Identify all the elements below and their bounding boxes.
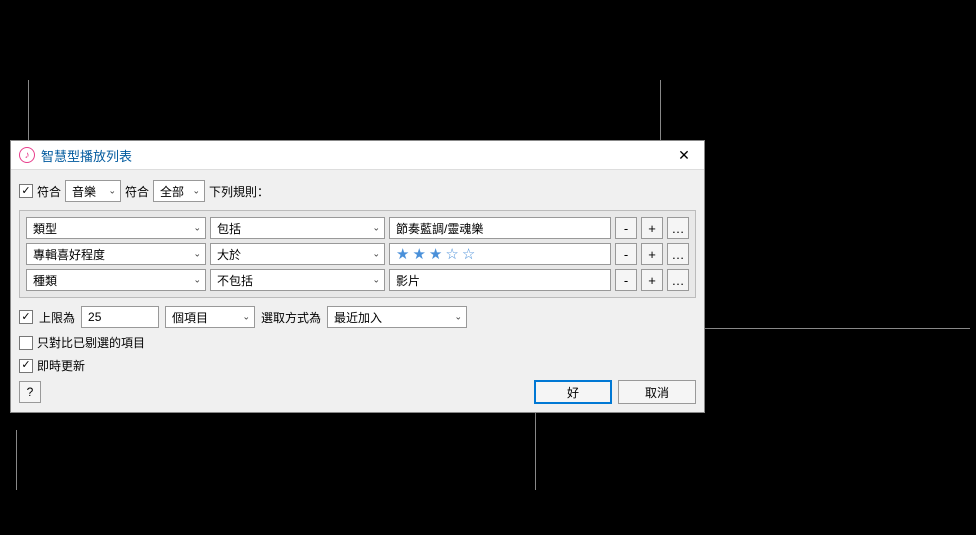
add-rule-button[interactable]: + [641, 269, 663, 291]
chevron-down-icon: ⌄ [192, 186, 200, 197]
limit-unit-value: 個項目 [172, 309, 208, 326]
live-update-row: 即時更新 [19, 357, 696, 374]
chevron-down-icon: ⌄ [193, 275, 201, 286]
smart-playlist-dialog: ♪ 智慧型播放列表 ✕ 符合 音樂 ⌄ 符合 全部 ⌄ 下列規則： [10, 140, 705, 413]
rules-panel: 類型 ⌄ 包括 ⌄ - + … 專輯喜好程度 ⌄ 大於 [19, 210, 696, 298]
titlebar: ♪ 智慧型播放列表 ✕ [11, 141, 704, 170]
selected-by-value: 最近加入 [334, 309, 382, 326]
limit-row: 上限為 個項目 ⌄ 選取方式為 最近加入 ⌄ [19, 306, 696, 328]
remove-rule-button[interactable]: - [615, 217, 637, 239]
rule-value-input[interactable] [389, 217, 611, 239]
cancel-button[interactable]: 取消 [618, 380, 696, 404]
match-source-select[interactable]: 音樂 ⌄ [65, 180, 121, 202]
dialog-content: 符合 音樂 ⌄ 符合 全部 ⌄ 下列規則： 類型 ⌄ 包括 ⌄ [11, 170, 704, 412]
window-title: 智慧型播放列表 [41, 146, 132, 165]
limit-checkbox[interactable] [19, 310, 33, 324]
remove-rule-button[interactable]: - [615, 269, 637, 291]
match-label-mid: 符合 [125, 183, 149, 200]
rule-row: 類型 ⌄ 包括 ⌄ - + … [26, 217, 689, 239]
chevron-down-icon: ⌄ [372, 249, 380, 260]
chevron-down-icon: ⌄ [193, 223, 201, 234]
match-checkbox[interactable] [19, 184, 33, 198]
rule-field-value: 類型 [33, 220, 57, 237]
chevron-down-icon: ⌄ [193, 249, 201, 260]
rule-field-value: 專輯喜好程度 [33, 246, 105, 263]
star-outline-icon: ☆ [462, 245, 477, 263]
rule-row: 種類 ⌄ 不包括 ⌄ - + … [26, 269, 689, 291]
rule-row: 專輯喜好程度 ⌄ 大於 ⌄ ★ ★ ★ ☆ ☆ - + … [26, 243, 689, 265]
callout-line [28, 80, 29, 140]
remove-rule-button[interactable]: - [615, 243, 637, 265]
titlebar-left: ♪ 智慧型播放列表 [19, 146, 132, 165]
selected-by-select[interactable]: 最近加入 ⌄ [327, 306, 467, 328]
selected-by-label: 選取方式為 [261, 309, 321, 326]
live-update-label: 即時更新 [37, 357, 85, 374]
more-rule-button[interactable]: … [667, 269, 689, 291]
rule-operator-select[interactable]: 包括 ⌄ [210, 217, 385, 239]
add-rule-button[interactable]: + [641, 217, 663, 239]
more-rule-button[interactable]: … [667, 217, 689, 239]
rule-value-stars[interactable]: ★ ★ ★ ☆ ☆ [389, 243, 611, 265]
chevron-down-icon: ⌄ [372, 223, 380, 234]
callout-line [16, 430, 17, 490]
rule-field-value: 種類 [33, 272, 57, 289]
rule-field-select[interactable]: 種類 ⌄ [26, 269, 206, 291]
chevron-down-icon: ⌄ [372, 275, 380, 286]
music-app-icon: ♪ [19, 147, 35, 163]
match-mode-value: 全部 [160, 183, 184, 200]
match-source-value: 音樂 [72, 183, 96, 200]
star-icon: ★ [412, 245, 427, 263]
limit-label: 上限為 [39, 309, 75, 326]
close-button[interactable]: ✕ [672, 145, 696, 165]
close-icon: ✕ [678, 147, 690, 164]
rule-operator-value: 不包括 [217, 272, 253, 289]
rule-field-select[interactable]: 專輯喜好程度 ⌄ [26, 243, 206, 265]
rule-value-input[interactable] [389, 269, 611, 291]
help-button[interactable]: ? [19, 381, 41, 403]
rule-field-select[interactable]: 類型 ⌄ [26, 217, 206, 239]
limit-value-input[interactable] [81, 306, 159, 328]
star-icon: ★ [396, 245, 411, 263]
chevron-down-icon: ⌄ [108, 186, 116, 197]
rule-operator-select[interactable]: 不包括 ⌄ [210, 269, 385, 291]
more-rule-button[interactable]: … [667, 243, 689, 265]
chevron-down-icon: ⌄ [454, 312, 462, 323]
limit-unit-select[interactable]: 個項目 ⌄ [165, 306, 255, 328]
match-only-checked-label: 只對比已剔選的項目 [37, 334, 145, 351]
match-label-prefix: 符合 [37, 183, 61, 200]
chevron-down-icon: ⌄ [242, 312, 250, 323]
add-rule-button[interactable]: + [641, 243, 663, 265]
rule-operator-value: 包括 [217, 220, 241, 237]
match-condition-row: 符合 音樂 ⌄ 符合 全部 ⌄ 下列規則： [19, 180, 696, 202]
rule-operator-select[interactable]: 大於 ⌄ [210, 243, 385, 265]
match-mode-select[interactable]: 全部 ⌄ [153, 180, 205, 202]
match-only-checked-checkbox[interactable] [19, 336, 33, 350]
match-label-suffix: 下列規則： [209, 183, 269, 200]
dialog-bottom-row: ? 好 取消 [19, 380, 696, 404]
star-icon: ★ [429, 245, 444, 263]
star-outline-icon: ☆ [445, 245, 460, 263]
match-only-checked-row: 只對比已剔選的項目 [19, 334, 696, 351]
ok-button[interactable]: 好 [534, 380, 612, 404]
rule-operator-value: 大於 [217, 246, 241, 263]
live-update-checkbox[interactable] [19, 359, 33, 373]
